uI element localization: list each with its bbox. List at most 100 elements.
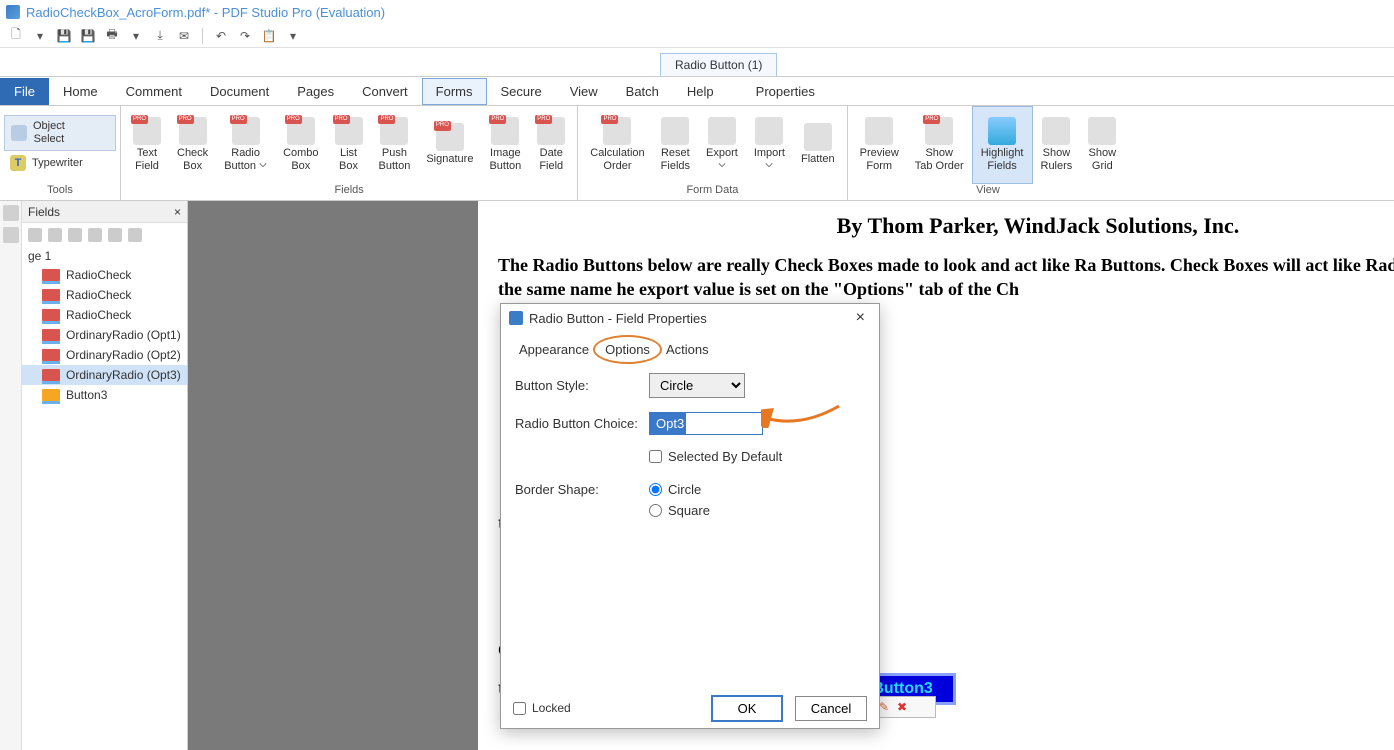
panel-tool-5[interactable]: [108, 228, 122, 242]
rail-icon-1[interactable]: [3, 205, 19, 221]
typewriter-icon: T: [10, 155, 26, 171]
highlight-fields-icon: [988, 117, 1016, 145]
new-icon[interactable]: 🗋: [6, 26, 26, 46]
floatbar-delete-icon[interactable]: ✖: [897, 700, 911, 714]
ribbon-group-view: PreviewForm ShowTab Order HighlightField…: [848, 106, 1129, 200]
menu-properties[interactable]: Properties: [742, 78, 829, 105]
scan-icon[interactable]: ⤓: [150, 26, 170, 46]
import-button[interactable]: Import: [746, 106, 793, 184]
dialog-titlebar[interactable]: Radio Button - Field Properties ×: [501, 304, 879, 332]
floatbar-edit-icon[interactable]: ✎: [879, 700, 893, 714]
reset-fields-button[interactable]: ResetFields: [653, 106, 698, 184]
menubar: File Home Comment Document Pages Convert…: [0, 76, 1394, 106]
menu-file[interactable]: File: [0, 78, 49, 105]
list-box-button[interactable]: ListBox: [327, 106, 371, 184]
paste-dd-icon[interactable]: ▾: [283, 26, 303, 46]
radio-choice-input[interactable]: [649, 412, 763, 435]
panel-tool-2[interactable]: [48, 228, 62, 242]
page-paragraph: The Radio Buttons below are really Check…: [498, 253, 1394, 302]
panel-tool-6[interactable]: [128, 228, 142, 242]
redo-icon[interactable]: ↷: [235, 26, 255, 46]
show-grid-button[interactable]: ShowGrid: [1080, 106, 1124, 184]
dialog-body: Button Style: Circle Radio Button Choice…: [501, 361, 879, 688]
show-rulers-icon: [1042, 117, 1070, 145]
export-button[interactable]: Export: [698, 106, 746, 184]
menu-view[interactable]: View: [556, 78, 612, 105]
combo-box-button[interactable]: ComboBox: [275, 106, 326, 184]
print-icon[interactable]: 🖶: [102, 26, 122, 46]
field-icon: [42, 389, 60, 401]
calc-order-icon: [603, 117, 631, 145]
open-icon[interactable]: ▾: [30, 26, 50, 46]
calc-order-button[interactable]: CalculationOrder: [582, 106, 652, 184]
ribbon-group-label: Fields: [121, 184, 577, 200]
tree-node[interactable]: RadioCheck: [22, 305, 187, 325]
object-select-icon: [11, 125, 27, 141]
check-box-button[interactable]: CheckBox: [169, 106, 216, 184]
preview-form-button[interactable]: PreviewForm: [852, 106, 907, 184]
ribbon-group-tools: ObjectSelect T Typewriter Tools: [0, 106, 121, 200]
text-field-button[interactable]: TextField: [125, 106, 169, 184]
menu-home[interactable]: Home: [49, 78, 112, 105]
tree-page-label: ge 1: [22, 247, 187, 265]
menu-secure[interactable]: Secure: [487, 78, 556, 105]
image-button-button[interactable]: ImageButton: [481, 106, 529, 184]
undo-icon[interactable]: ↶: [211, 26, 231, 46]
menu-convert[interactable]: Convert: [348, 78, 422, 105]
typewriter-button[interactable]: T Typewriter: [4, 151, 116, 175]
titlebar: RadioCheckBox_AcroForm.pdf* - PDF Studio…: [0, 0, 1394, 24]
push-button-icon: [380, 117, 408, 145]
push-button-button[interactable]: PushButton: [371, 106, 419, 184]
menu-help[interactable]: Help: [673, 78, 728, 105]
show-tab-order-button[interactable]: ShowTab Order: [907, 106, 972, 184]
object-select-button[interactable]: ObjectSelect: [4, 115, 116, 151]
print-dd-icon[interactable]: ▾: [126, 26, 146, 46]
field-icon: [42, 269, 60, 281]
menu-pages[interactable]: Pages: [283, 78, 348, 105]
dialog-close-icon[interactable]: ×: [850, 309, 871, 327]
tab-appearance[interactable]: Appearance: [511, 338, 597, 361]
menu-batch[interactable]: Batch: [612, 78, 673, 105]
app-icon: [6, 5, 20, 19]
locked-checkbox[interactable]: [513, 702, 526, 715]
border-circle-radio[interactable]: [649, 483, 662, 496]
tree-node[interactable]: Button3: [22, 385, 187, 405]
combo-box-icon: [287, 117, 315, 145]
tree-node[interactable]: RadioCheck: [22, 285, 187, 305]
button-style-select[interactable]: Circle: [649, 373, 745, 398]
ok-button[interactable]: OK: [711, 695, 783, 722]
selected-by-default-checkbox[interactable]: [649, 450, 662, 463]
menu-comment[interactable]: Comment: [112, 78, 196, 105]
tree-node-selected[interactable]: OrdinaryRadio (Opt3): [22, 365, 187, 385]
document-tab[interactable]: Radio Button (1): [660, 53, 777, 76]
date-field-button[interactable]: DateField: [529, 106, 573, 184]
saveall-icon[interactable]: 💾: [78, 26, 98, 46]
signature-button[interactable]: Signature: [418, 106, 481, 184]
rail-icon-2[interactable]: [3, 227, 19, 243]
document-tab-row: Radio Button (1): [0, 48, 1394, 76]
export-icon: [708, 117, 736, 145]
save-icon[interactable]: 💾: [54, 26, 74, 46]
panel-tool-1[interactable]: [28, 228, 42, 242]
cancel-button[interactable]: Cancel: [795, 696, 867, 721]
paste-icon[interactable]: 📋: [259, 26, 279, 46]
panel-tool-4[interactable]: [88, 228, 102, 242]
mail-icon[interactable]: ✉: [174, 26, 194, 46]
tab-actions[interactable]: Actions: [658, 338, 717, 361]
fields-panel: Fields × ge 1 RadioCheck RadioCheck Radi…: [22, 201, 188, 750]
highlight-fields-button[interactable]: HighlightFields: [972, 106, 1033, 184]
field-icon: [42, 289, 60, 301]
menu-forms[interactable]: Forms: [422, 78, 487, 105]
border-square-radio[interactable]: [649, 504, 662, 517]
panel-close-icon[interactable]: ×: [174, 205, 181, 219]
radio-button-button[interactable]: RadioButton: [216, 106, 275, 184]
tab-options[interactable]: Options: [597, 338, 658, 361]
menu-document[interactable]: Document: [196, 78, 283, 105]
panel-tool-3[interactable]: [68, 228, 82, 242]
flatten-button[interactable]: Flatten: [793, 106, 843, 184]
show-rulers-button[interactable]: ShowRulers: [1033, 106, 1081, 184]
tree-node[interactable]: RadioCheck: [22, 265, 187, 285]
dialog-tabs: Appearance Options Actions: [501, 332, 879, 361]
tree-node[interactable]: OrdinaryRadio (Opt1): [22, 325, 187, 345]
tree-node[interactable]: OrdinaryRadio (Opt2): [22, 345, 187, 365]
